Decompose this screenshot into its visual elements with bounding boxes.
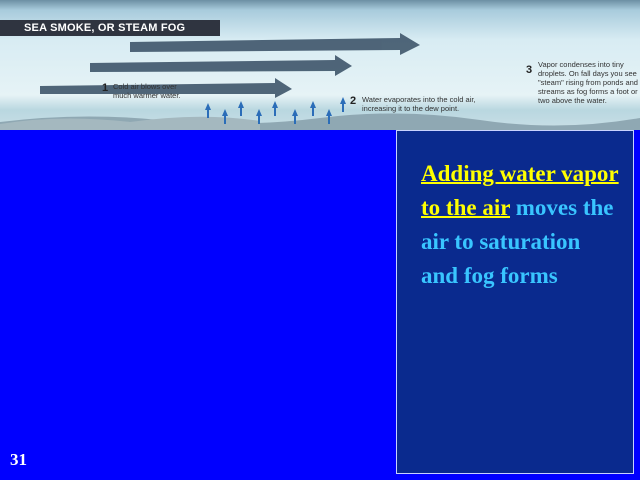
evaporation-arrow <box>205 103 211 118</box>
step-3-number: 3 <box>526 64 533 76</box>
sea-smoke-illustration: SEA SMOKE, OR STEAM FOG 1 Cold air blows… <box>0 0 640 130</box>
banner-title: SEA SMOKE, OR STEAM FOG <box>24 22 186 34</box>
panel-text: Adding water vapor to the air moves the … <box>421 157 621 293</box>
slide-number: 31 <box>10 450 27 469</box>
evaporation-arrow <box>310 101 316 116</box>
text-panel: Adding water vapor to the air moves the … <box>396 130 634 474</box>
evaporation-arrow <box>238 101 244 116</box>
step-2-text: Water evaporates into the cold air, incr… <box>362 95 476 113</box>
evaporation-arrow <box>272 101 278 116</box>
step-2-number: 2 <box>350 95 357 107</box>
evaporation-arrow <box>340 97 346 112</box>
step-1-number: 1 <box>102 82 109 94</box>
cold-air-arrow-1 <box>130 33 420 55</box>
step-3-text: Vapor condenses into tiny droplets. On f… <box>538 60 638 105</box>
cold-air-arrow-2 <box>90 55 352 76</box>
step-1-text: Cold air blows over much warmer water. <box>113 82 181 100</box>
